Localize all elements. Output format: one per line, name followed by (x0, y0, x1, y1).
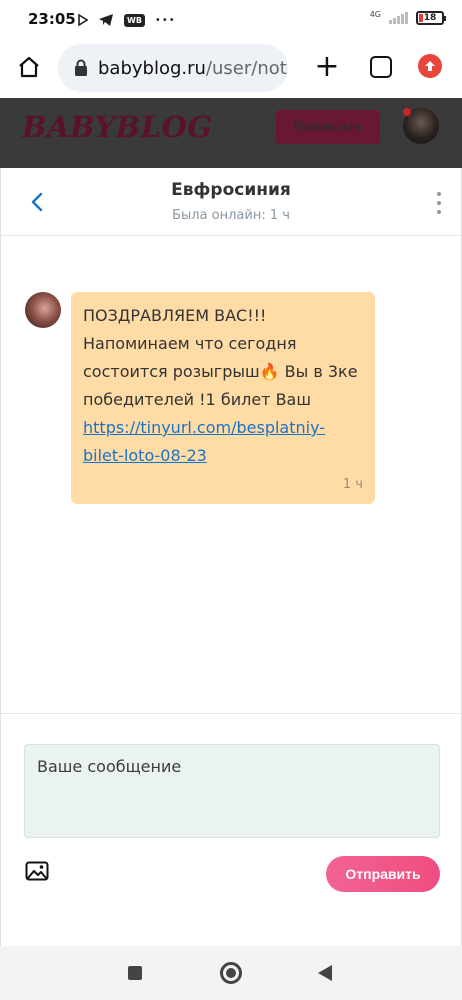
site-logo[interactable]: BABYBLOG (22, 110, 213, 144)
chat-panel: Евфросиния Была онлайн: 1 ч ПОЗДРАВЛЯЕМ … (0, 168, 462, 946)
write-button[interactable]: Написать (276, 110, 380, 144)
arrow-up-icon (425, 61, 435, 71)
battery-icon: 18 (416, 11, 446, 25)
home-icon (19, 56, 39, 78)
home-circle-icon (226, 968, 236, 978)
home-button[interactable] (16, 54, 42, 80)
battery-level: 18 (423, 13, 437, 23)
home-nav-button[interactable] (220, 962, 242, 984)
browser-toolbar: babyblog.ru/user/not + (0, 40, 462, 98)
wb-icon: WB (124, 13, 145, 27)
message-body: ПОЗДРАВЛЯЕМ ВАС!!! Напоминаем что сегодн… (83, 306, 358, 409)
chat-header: Евфросиния Была онлайн: 1 ч (1, 168, 461, 236)
url-text: babyblog.ru/user/not (98, 58, 287, 79)
contact-status: Была онлайн: 1 ч (172, 208, 290, 223)
notification-dot (403, 108, 411, 116)
signal-icon (389, 12, 408, 24)
lock-icon (74, 59, 88, 77)
more-dots-icon: ••• (154, 14, 176, 26)
status-notification-icons: WB ••• (78, 10, 176, 30)
status-bar: 23:05 WB ••• 4G 18 (0, 0, 462, 40)
send-button[interactable]: Отправить (326, 856, 440, 892)
tabs-button[interactable] (370, 56, 392, 78)
contact-name[interactable]: Евфросиния (1, 180, 461, 200)
network-type: 4G (369, 9, 381, 19)
status-time: 23:05 (28, 10, 76, 28)
system-nav-bar (0, 946, 462, 1000)
url-domain: babyblog.ru (98, 57, 206, 79)
address-bar[interactable]: babyblog.ru/user/not (58, 44, 288, 92)
telegram-icon (99, 14, 113, 26)
recents-button[interactable] (128, 966, 142, 980)
message-bubble: ПОЗДРАВЛЯЕМ ВАС!!! Напоминаем что сегодн… (71, 292, 375, 504)
message-text: ПОЗДРАВЛЯЕМ ВАС!!! Напоминаем что сегодн… (83, 302, 363, 470)
back-nav-button[interactable] (318, 965, 332, 981)
sender-avatar[interactable] (25, 292, 61, 328)
play-icon (78, 14, 88, 26)
status-system-icons: 4G 18 (369, 9, 446, 25)
site-header: BABYBLOG Написать (0, 98, 462, 168)
update-button[interactable] (418, 54, 442, 78)
compose-area: Отправить (1, 713, 461, 946)
attach-image-button[interactable] (25, 861, 49, 881)
message-link[interactable]: https://tinyurl.com/besplatniy-bilet-lot… (83, 418, 325, 465)
url-path: /user/not (205, 57, 287, 79)
message-time: 1 ч (342, 477, 363, 492)
image-icon (25, 861, 49, 881)
new-tab-button[interactable]: + (312, 50, 342, 84)
more-options-button[interactable] (435, 192, 443, 214)
more-vertical-icon (437, 192, 441, 196)
message-input[interactable] (24, 744, 440, 838)
